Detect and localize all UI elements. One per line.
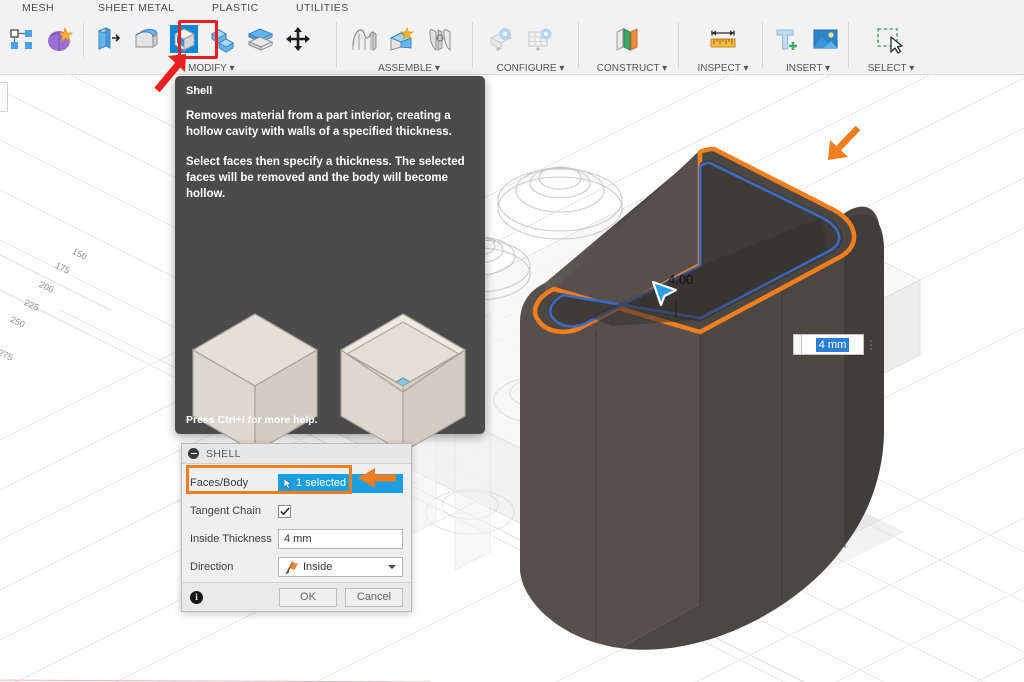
rigid-group-icon[interactable]: [421, 20, 459, 58]
ribbon-tab-utilities[interactable]: UTILITIES: [296, 2, 349, 14]
configure-table-icon[interactable]: [521, 20, 559, 58]
shell-tooltip: Shell Removes material from a part inter…: [175, 76, 485, 454]
faces-body-selection-field[interactable]: 1 selected: [278, 473, 403, 493]
ribbon-tab-sheet-metal[interactable]: SHEET METAL: [98, 2, 174, 14]
faces-body-selection-value: 1 selected: [296, 477, 347, 489]
3d-cursor-arrow: [651, 280, 678, 307]
cancel-button[interactable]: Cancel: [345, 587, 403, 607]
chevron-down-icon[interactable]: [388, 565, 396, 569]
thickness-manipulator[interactable]: 4 mm: [793, 334, 883, 355]
fillet-icon[interactable]: [127, 20, 165, 58]
insert-canvas-icon[interactable]: [806, 20, 844, 58]
info-icon[interactable]: i: [190, 590, 203, 604]
panel-title-assemble[interactable]: ASSEMBLE ▾: [361, 63, 457, 74]
manipulator-grip[interactable]: [793, 334, 801, 355]
measure-icon[interactable]: [704, 20, 742, 58]
panel-inspect: INSPECT ▾: [686, 18, 760, 75]
tangent-chain-checkbox[interactable]: [278, 504, 291, 518]
tooltip-paragraph-1: Removes material from a part interior, c…: [186, 110, 452, 138]
manipulator-value: 4 mm: [815, 337, 850, 352]
direction-flag-icon: [285, 561, 298, 574]
panel-title-modify[interactable]: MODIFY ▾: [188, 63, 248, 74]
label-direction: Direction: [190, 561, 234, 573]
row-inside-thickness[interactable]: Inside Thickness 4 mm: [190, 525, 403, 553]
configure-part-icon[interactable]: [483, 20, 521, 58]
collapse-icon[interactable]: [188, 448, 199, 459]
shell-icon[interactable]: [165, 20, 203, 58]
press-pull-icon[interactable]: [89, 20, 127, 58]
move-copy-icon[interactable]: [279, 20, 317, 58]
panel-title-insert[interactable]: INSERT ▾: [768, 63, 848, 74]
as-built-joint-icon[interactable]: [345, 20, 383, 58]
manipulator-input[interactable]: 4 mm: [801, 334, 864, 355]
panel-title-configure[interactable]: CONFIGURE ▾: [483, 63, 578, 74]
shell-dialog-header[interactable]: SHELL: [182, 444, 411, 464]
panel-title-inspect[interactable]: INSPECT ▾: [686, 63, 760, 74]
shell-dialog-body: Faces/Body 1 selected Tangent Chain Insi…: [182, 464, 411, 581]
check-icon: [279, 506, 290, 515]
panel-assemble: ASSEMBLE ▾: [345, 18, 465, 75]
tooltip-footer: Press Ctrl+/ for more help.: [186, 414, 318, 426]
cursor-arrow-icon: [283, 477, 292, 489]
panel-select: SELECT ▾: [855, 18, 927, 75]
solid-cube-illustration: [191, 313, 319, 454]
panel-insert: INSERT ▾: [768, 18, 848, 75]
shelled-cube-illustration: [339, 313, 467, 454]
direction-dropdown[interactable]: Inside: [278, 557, 403, 577]
label-inside-thickness: Inside Thickness: [190, 533, 272, 545]
ribbon-toolbar[interactable]: MESH SHEET METAL PLASTIC UTILITIES MODIF…: [0, 0, 1024, 75]
tooltip-title: Shell: [186, 85, 213, 97]
direction-value: Inside: [303, 561, 333, 573]
shell-dialog-title: SHELL: [206, 447, 241, 460]
panel-configure: CONFIGURE ▾: [483, 18, 578, 75]
select-window-icon[interactable]: [871, 20, 909, 58]
ribbon-tab-plastic[interactable]: PLASTIC: [212, 2, 259, 14]
panel-title-construct[interactable]: CONSTRUCT ▾: [586, 63, 678, 74]
inside-thickness-value: 4 mm: [284, 533, 312, 545]
ribbon-panels: MODIFY ▾ ASSEMBLE ▾ CONFIGURE ▾ CONSTRUC…: [0, 18, 1024, 75]
tooltip-paragraph-2: Select faces then specify a thickness. T…: [186, 156, 465, 200]
ribbon-tab-mesh[interactable]: MESH: [22, 2, 54, 14]
offset-plane-icon[interactable]: [608, 20, 646, 58]
tooltip-body: Removes material from a part interior, c…: [186, 108, 471, 216]
ribbon-tabstrip[interactable]: MESH SHEET METAL PLASTIC UTILITIES: [0, 0, 1024, 18]
insert-mcmaster-icon[interactable]: [768, 20, 806, 58]
inside-thickness-input[interactable]: 4 mm: [278, 529, 403, 549]
physical-material-icon[interactable]: [40, 20, 78, 58]
ok-button[interactable]: OK: [279, 587, 337, 607]
combine-icon[interactable]: [203, 20, 241, 58]
label-faces-body: Faces/Body: [190, 477, 249, 489]
label-tangent-chain: Tangent Chain: [190, 505, 261, 517]
joint-icon[interactable]: [383, 20, 421, 58]
align-icon[interactable]: [2, 20, 40, 58]
row-direction[interactable]: Direction Inside: [190, 553, 403, 581]
shell-dialog[interactable]: SHELL Faces/Body 1 selected Tangent Chai…: [181, 443, 412, 612]
row-faces-body[interactable]: Faces/Body 1 selected: [190, 469, 403, 497]
shell-dialog-footer: i OK Cancel: [182, 582, 411, 611]
more-options-icon[interactable]: [864, 339, 878, 350]
panel-title-select[interactable]: SELECT ▾: [855, 63, 927, 74]
panel-construct: CONSTRUCT ▾: [586, 18, 678, 75]
row-tangent-chain[interactable]: Tangent Chain: [190, 497, 403, 525]
left-dock-stub[interactable]: [0, 82, 8, 112]
split-face-icon[interactable]: [241, 20, 279, 58]
panel-modify: MODIFY ▾: [0, 18, 330, 75]
